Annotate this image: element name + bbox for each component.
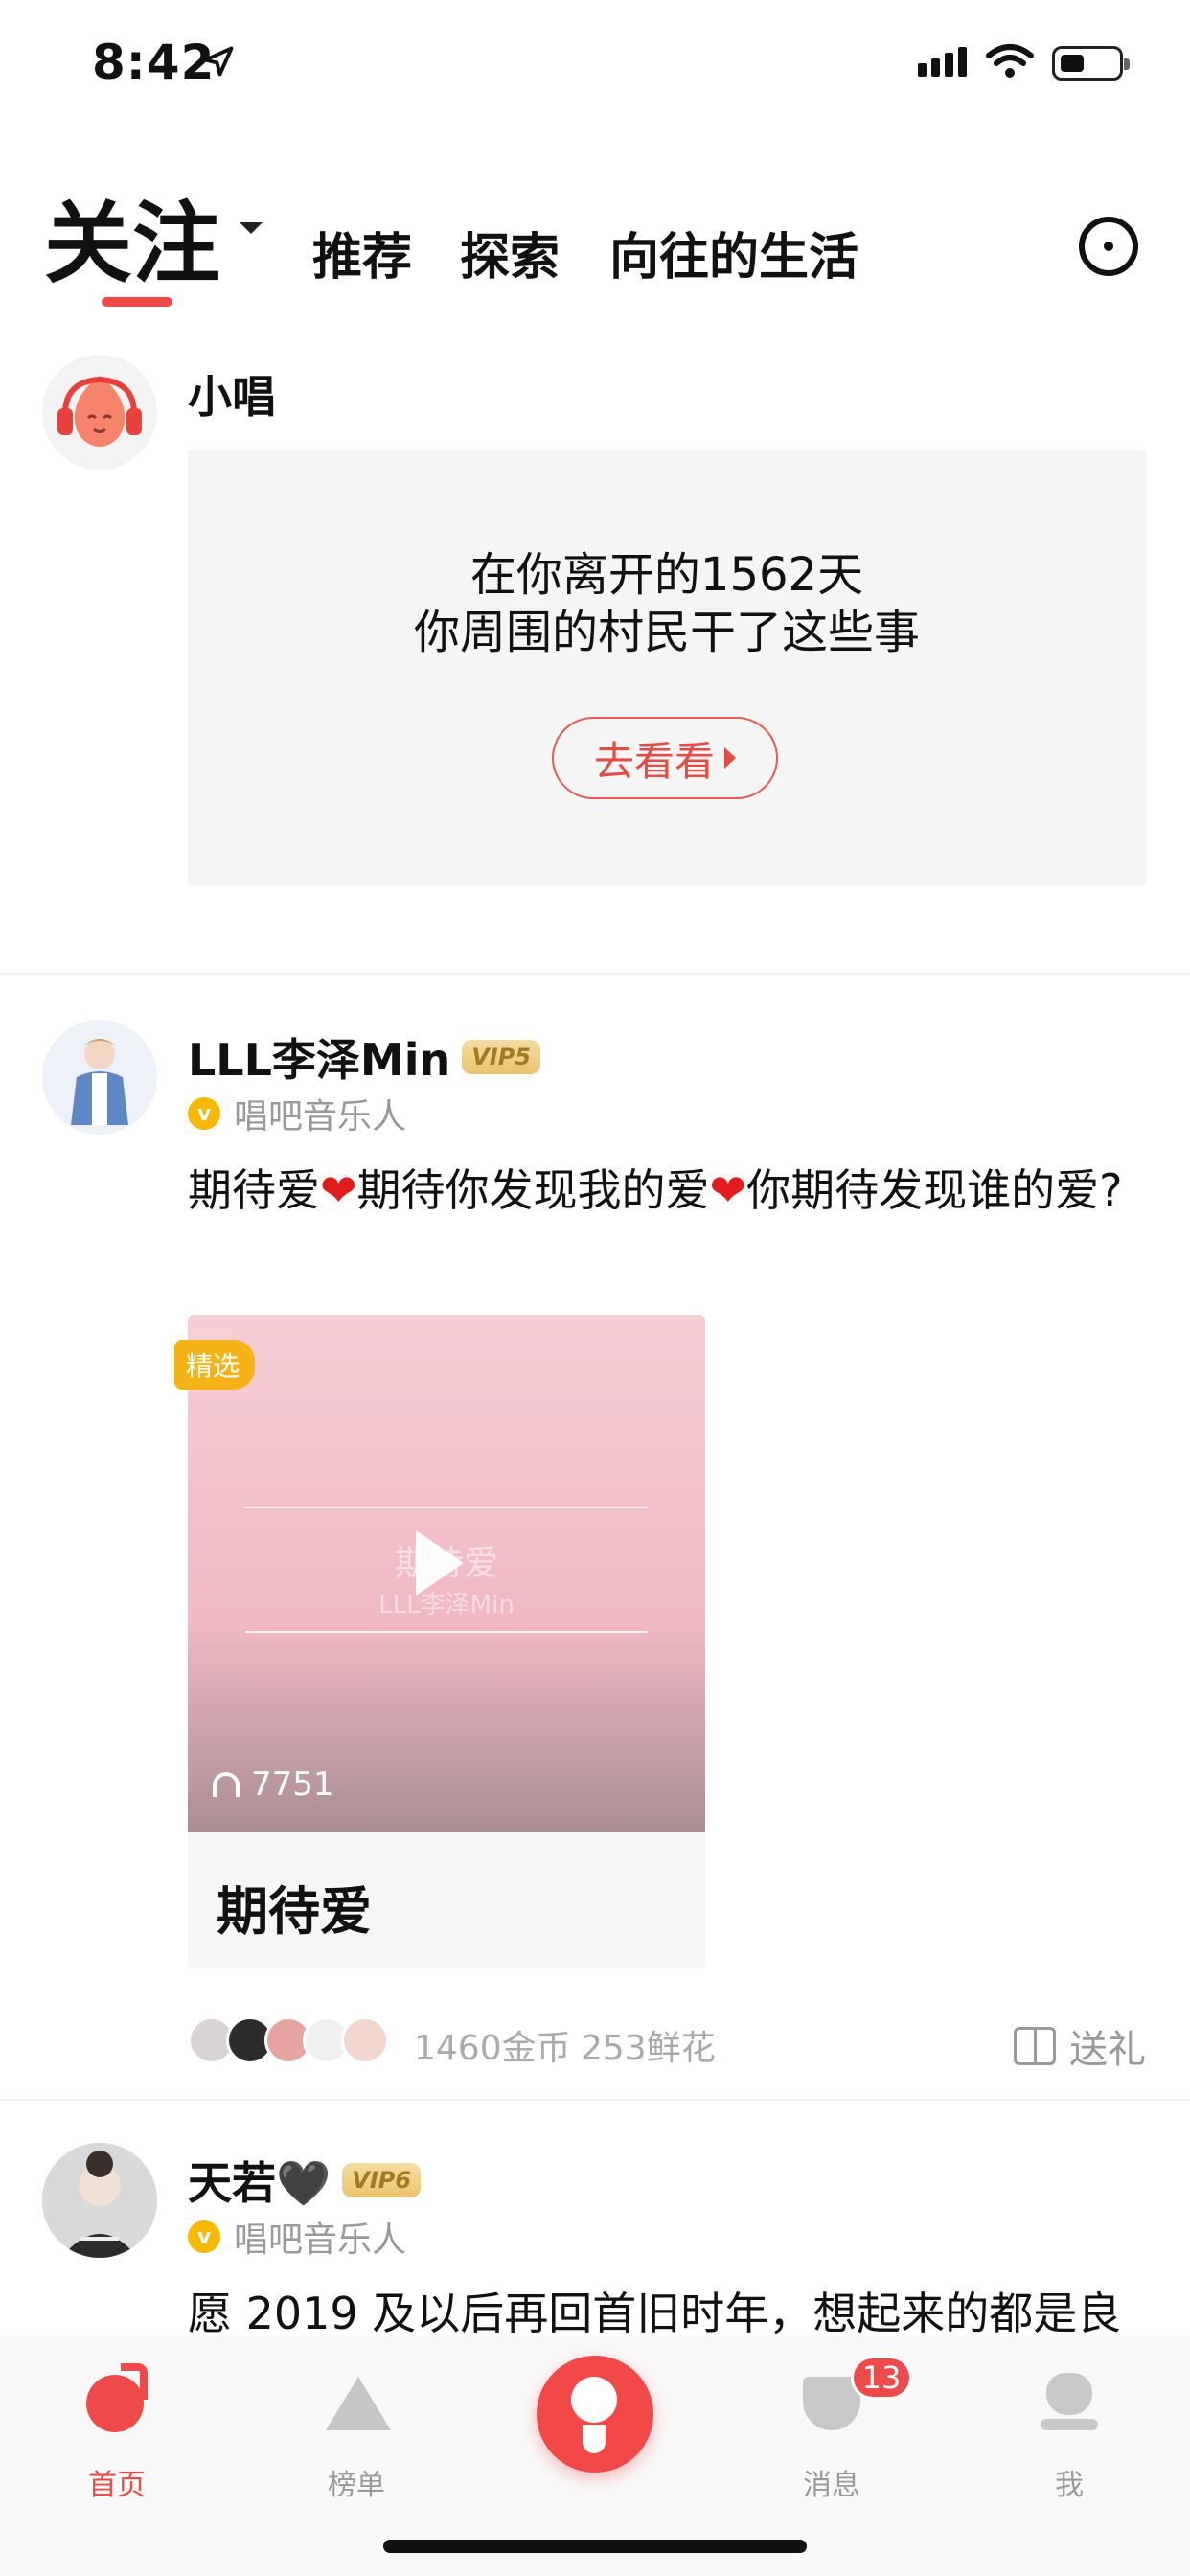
username[interactable]: LLL李泽Min	[188, 1025, 450, 1089]
heart-icon: ❤	[709, 1164, 747, 1216]
role-label: 唱吧音乐人	[234, 2220, 407, 2260]
microphone-stem	[583, 2425, 606, 2453]
profile-icon	[1041, 2373, 1098, 2430]
featured-badge: 精选	[174, 1340, 256, 1390]
name-row: 天若🖤 VIP6	[188, 2149, 422, 2212]
vinyl-record-icon[interactable]	[1079, 217, 1138, 276]
role-label: 唱吧音乐人	[234, 1097, 407, 1137]
post-text: 期待爱❤期待你发现我的爱❤你期待发现谁的爱?	[188, 1158, 1146, 1223]
tab-lifestyle[interactable]: 向往的生活	[609, 217, 858, 288]
nav-home-label: 首页	[88, 2469, 146, 2502]
flowers-count: 253鲜花	[581, 2029, 716, 2068]
music-note-icon	[86, 2363, 148, 2432]
tab-following[interactable]: 关注	[44, 172, 220, 300]
role-row: v 唱吧音乐人	[188, 2212, 406, 2262]
go-see-label: 去看看	[593, 737, 715, 785]
divider	[0, 973, 1190, 975]
verified-icon: v	[188, 1097, 220, 1130]
song-title: 期待爱	[217, 1881, 372, 1942]
verified-icon: v	[188, 2220, 220, 2253]
play-icon[interactable]	[416, 1530, 464, 1596]
coins-count: 1460金币	[414, 2029, 571, 2068]
song-cover[interactable]: 期待爱 LLL李泽Min 7751	[188, 1315, 705, 1832]
play-count: 7751	[213, 1765, 334, 1804]
divider	[0, 2099, 1190, 2101]
battery-icon	[1052, 46, 1130, 80]
headphones-icon	[213, 1772, 240, 1797]
ornament-line	[245, 1506, 648, 1508]
go-see-button[interactable]: 去看看	[552, 717, 778, 799]
gift-stats-row: 1460金币 253鲜花 送礼	[188, 2011, 1146, 2078]
post-text-part: 期待你发现我的爱	[356, 1164, 710, 1216]
play-count-value: 7751	[251, 1765, 334, 1804]
post-text-part: 你期待发现谁的爱?	[746, 1164, 1123, 1216]
avatar	[341, 2016, 389, 2064]
sing-button[interactable]	[537, 2356, 653, 2472]
home-indicator	[383, 2540, 807, 2553]
caret-down-icon[interactable]	[240, 222, 263, 234]
avatar[interactable]	[42, 355, 157, 470]
gift-icon	[1014, 2027, 1056, 2065]
nav-me-label: 我	[1055, 2469, 1084, 2502]
notice-card: 在你离开的1562天 你周围的村民干了这些事 去看看	[188, 450, 1146, 886]
send-gift-button[interactable]: 送礼	[1014, 2018, 1146, 2074]
notice-line-2: 你周围的村民干了这些事	[413, 606, 920, 659]
location-arrow-icon	[203, 46, 234, 77]
vip-badge: VIP5	[462, 1040, 541, 1074]
avatar[interactable]	[42, 2143, 157, 2258]
microphone-icon	[571, 2377, 617, 2423]
avatar-image	[42, 2143, 157, 2258]
send-gift-label: 送礼	[1069, 2028, 1146, 2072]
tab-explore[interactable]: 探索	[460, 217, 560, 288]
cellular-signal-icon	[918, 47, 967, 77]
feed-item-post: LLL李泽Min VIP5 v 唱吧音乐人 期待爱❤期待你发现我的爱❤你期待发现…	[0, 997, 1190, 2099]
status-time: 8:42	[92, 34, 216, 90]
triangle-icon	[326, 2377, 391, 2430]
feed-item-notice: 小唱 在你离开的1562天 你周围的村民干了这些事 去看看	[0, 345, 1190, 973]
avatar-image	[42, 1020, 157, 1135]
mascot-icon	[42, 355, 157, 470]
status-bar: 8:42	[0, 0, 1190, 125]
play-arrow-icon	[724, 748, 736, 769]
nav-rank-label: 榜单	[328, 2469, 385, 2502]
username[interactable]: 小唱	[188, 362, 276, 426]
post-text-part: 期待爱	[188, 1164, 320, 1216]
nav-messages-label: 消息	[803, 2469, 860, 2502]
role-row: v 唱吧音乐人	[188, 1089, 406, 1138]
active-tab-indicator	[102, 297, 172, 307]
avatar[interactable]	[42, 1020, 157, 1135]
username[interactable]: 天若🖤	[188, 2149, 331, 2212]
gifter-avatars[interactable]	[188, 2016, 389, 2064]
messages-badge: 13	[851, 2356, 912, 2400]
wifi-icon	[986, 44, 1034, 78]
vip-badge: VIP6	[342, 2163, 422, 2197]
name-row: LLL李泽Min VIP5	[188, 1025, 541, 1089]
ornament-line	[245, 1631, 648, 1633]
song-caption[interactable]: 期待爱	[188, 1832, 705, 1968]
top-tab-bar: 关注 推荐 探索 向往的生活	[0, 163, 1190, 316]
tab-recommend[interactable]: 推荐	[312, 217, 412, 288]
heart-icon: ❤	[320, 1164, 357, 1216]
